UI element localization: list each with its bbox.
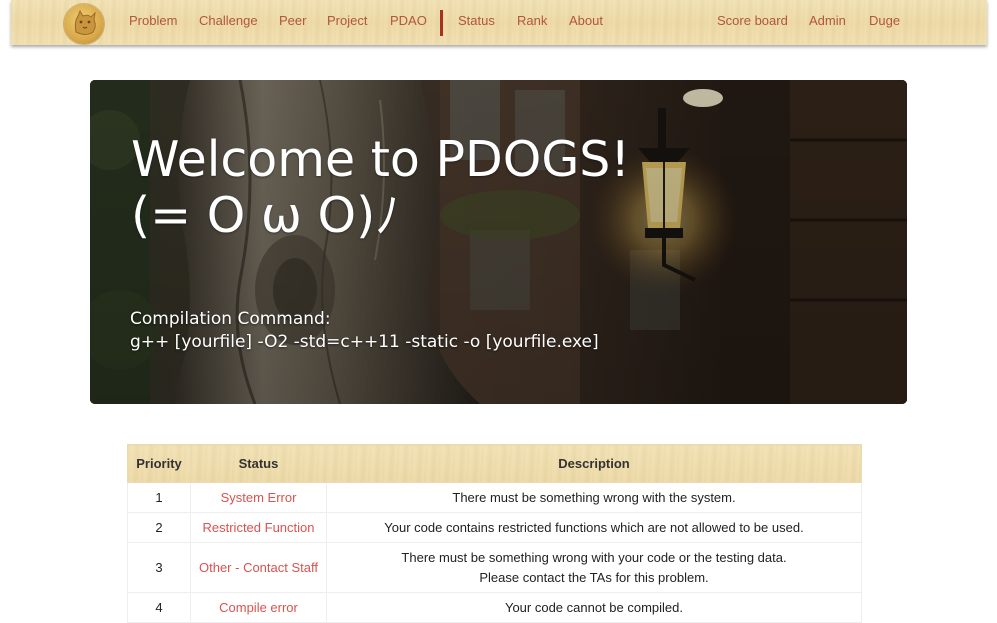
nav-divider bbox=[440, 10, 443, 36]
hero-title-line1: Welcome to PDOGS! bbox=[131, 131, 631, 188]
nav-project[interactable]: Project bbox=[327, 13, 367, 28]
compilation-command-text: g++ [yourfile] -O2 -std=c++11 -static -o… bbox=[130, 332, 599, 352]
row-description-line: Please contact the TAs for this problem. bbox=[479, 569, 709, 585]
nav-peer[interactable]: Peer bbox=[279, 13, 306, 28]
nav-pdao[interactable]: PDAO bbox=[390, 13, 427, 28]
row-priority: 1 bbox=[127, 482, 191, 513]
table-row: 1 System Error There must be something w… bbox=[127, 482, 862, 513]
row-status: Other - Contact Staff bbox=[190, 542, 327, 593]
hero-title: Welcome to PDOGS! (= O ω O)ﾉ bbox=[131, 132, 630, 244]
row-description-line: There must be something wrong with your … bbox=[401, 549, 787, 565]
nav-challenge[interactable]: Challenge bbox=[199, 13, 258, 28]
table-row: 2 Restricted Function Your code contains… bbox=[127, 512, 862, 543]
row-description: Your code contains restricted functions … bbox=[326, 512, 862, 543]
nav-about[interactable]: About bbox=[569, 13, 603, 28]
compilation-command-label: Compilation Command: bbox=[130, 309, 331, 329]
pdogs-logo-icon[interactable] bbox=[64, 4, 104, 44]
row-description: There must be something wrong with your … bbox=[326, 542, 862, 593]
row-status: Restricted Function bbox=[190, 512, 327, 543]
header-status: Status bbox=[190, 444, 327, 483]
navbar: Problem Challenge Peer Project PDAO Stat… bbox=[11, 0, 987, 45]
header-priority: Priority bbox=[127, 444, 191, 483]
table-row: 4 Compile error Your code cannot be comp… bbox=[127, 592, 862, 623]
row-description: Your code cannot be compiled. bbox=[326, 592, 862, 623]
row-priority: 2 bbox=[127, 512, 191, 543]
nav-status[interactable]: Status bbox=[458, 13, 495, 28]
compilation-command: Compilation Command: g++ [yourfile] -O2 … bbox=[130, 308, 599, 354]
row-priority: 3 bbox=[127, 542, 191, 593]
nav-user-duge[interactable]: Duge bbox=[869, 13, 900, 28]
nav-rank[interactable]: Rank bbox=[517, 13, 547, 28]
status-priority-table: Priority Status Description 1 System Err… bbox=[127, 444, 862, 623]
row-priority: 4 bbox=[127, 592, 191, 623]
table-row: 3 Other - Contact Staff There must be so… bbox=[127, 542, 862, 593]
nav-problem[interactable]: Problem bbox=[129, 13, 177, 28]
hero-title-line2: (= O ω O)ﾉ bbox=[131, 187, 400, 244]
nav-admin[interactable]: Admin bbox=[809, 13, 846, 28]
table-header-row: Priority Status Description bbox=[127, 444, 862, 483]
row-description: There must be something wrong with the s… bbox=[326, 482, 862, 513]
nav-score-board[interactable]: Score board bbox=[717, 13, 788, 28]
row-status: Compile error bbox=[190, 592, 327, 623]
row-status: System Error bbox=[190, 482, 327, 513]
header-description: Description bbox=[326, 444, 862, 483]
hero-banner: Welcome to PDOGS! (= O ω O)ﾉ Compilation… bbox=[90, 80, 907, 404]
